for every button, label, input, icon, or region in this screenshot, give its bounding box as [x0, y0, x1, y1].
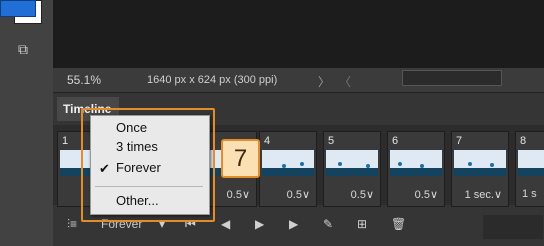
- frame-6[interactable]: 6 0.5∨: [387, 131, 445, 207]
- frame-number: 8: [520, 135, 527, 147]
- frame-4[interactable]: 4 0.5∨: [259, 131, 317, 207]
- step-callout: 7: [221, 139, 260, 178]
- frame-5[interactable]: 5 0.5∨: [323, 131, 381, 207]
- convert-to-video-timeline-icon[interactable]: ⫶≡: [67, 217, 77, 232]
- zoom-level[interactable]: 55.1%: [67, 73, 101, 87]
- frame-thumbnail: [454, 150, 506, 176]
- play-icon[interactable]: ▶︎: [255, 217, 264, 231]
- document-canvas[interactable]: [53, 0, 544, 68]
- timeline-scrollbar[interactable]: [483, 215, 543, 239]
- frame-thumbnail: [262, 150, 314, 176]
- next-frame-icon[interactable]: ▶︎: [289, 217, 298, 231]
- delete-frame-icon[interactable]: 🗑: [391, 217, 406, 231]
- frame-delay[interactable]: 0.5∨: [287, 188, 310, 201]
- frame-7[interactable]: 7 1 sec.∨: [451, 131, 509, 207]
- tween-icon[interactable]: ✎: [323, 217, 333, 231]
- foreground-color-swatch[interactable]: [0, 0, 36, 17]
- frame-delay[interactable]: 0.5∨: [351, 188, 374, 201]
- highlight-outline: [81, 108, 215, 222]
- frame-number: 4: [264, 135, 271, 147]
- status-menu-arrow-icon[interactable]: 〉: [318, 73, 330, 90]
- artboard-icon[interactable]: ⧉: [18, 40, 44, 58]
- frame-number: 7: [456, 135, 463, 147]
- frame-delay[interactable]: 1 s: [522, 188, 537, 200]
- frame-number: 5: [328, 135, 335, 147]
- previous-frame-icon[interactable]: ◀︎: [221, 217, 230, 231]
- tools-panel: ⧉: [0, 0, 53, 246]
- frame-delay[interactable]: 1 sec.∨: [465, 188, 502, 201]
- frame-thumbnail: [390, 150, 442, 176]
- horizontal-scrollbar[interactable]: [402, 70, 502, 86]
- frame-delay[interactable]: 0.5∨: [227, 188, 250, 201]
- frame-delay[interactable]: 0.5∨: [415, 188, 438, 201]
- document-info: 1640 px x 624 px (300 ppi): [147, 74, 278, 86]
- frame-thumbnail: [518, 150, 544, 176]
- frame-thumbnail: [326, 150, 378, 176]
- frame-8[interactable]: 8 1 s: [515, 131, 544, 207]
- frame-number: 1: [62, 135, 69, 147]
- duplicate-frame-icon[interactable]: ⊞: [357, 217, 367, 231]
- frame-number: 6: [392, 135, 399, 147]
- scroll-left-icon[interactable]: 〈: [339, 73, 351, 90]
